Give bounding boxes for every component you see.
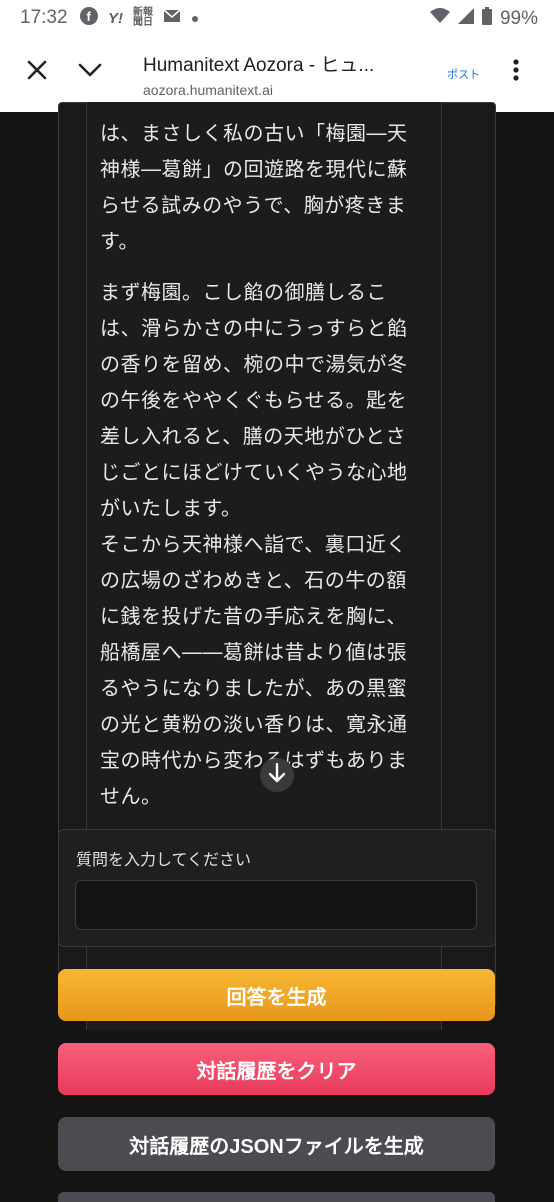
generate-json-button[interactable]: 対話履歴のJSONファイルを生成 [58,1117,495,1171]
next-button-edge[interactable] [58,1192,495,1202]
wifi-icon [429,8,450,30]
post-button[interactable]: ポスト [447,66,480,82]
news-icon: 新報 聞日 [133,7,153,28]
generate-answer-button[interactable]: 回答を生成 [58,969,495,1021]
clear-history-button[interactable]: 対話履歴をクリア [58,1043,495,1095]
mail-icon [163,9,181,27]
response-text: は、まさしく私の古い「梅園―天神様―葛餅」の回遊路を現代に蘇らせる試みのやうで、… [100,115,425,829]
facebook-icon: f [80,7,98,29]
arrow-down-icon [268,762,286,787]
response-paragraph: は、まさしく私の古い「梅園―天神様―葛餅」の回遊路を現代に蘇らせる試みのやうで、… [100,121,408,253]
page-title: Humanitext Aozora - ヒュ... [143,55,375,76]
battery-percent: 99% [499,8,538,29]
question-input[interactable] [75,880,477,930]
battery-icon [481,7,492,31]
yahoo-icon: Y! [108,9,123,27]
question-card: 質問を入力してください [58,829,496,947]
status-app-icons: f Y! 新報 聞日 [80,7,199,29]
dot-icon [191,10,199,27]
more-vert-icon [513,59,519,85]
scroll-down-button[interactable] [260,758,294,792]
status-right: 99% [429,7,538,31]
signal-icon [457,8,474,30]
svg-text:f: f [87,9,92,24]
response-paragraph: まず梅園。こし餡の御膳しるこは、滑らかさの中にうっすらと餡の香りを留め、椀の中で… [100,280,408,520]
status-time: 17:32 [20,7,68,28]
minimize-button[interactable] [68,50,112,94]
page-url[interactable]: aozora.humanitext.ai [143,82,273,98]
close-tab-button[interactable] [15,50,59,94]
menu-button[interactable] [494,50,538,94]
close-icon [26,59,48,85]
chevron-down-icon [78,62,102,82]
status-bar: 17:32 f Y! 新報 聞日 99% [0,0,554,36]
question-label: 質問を入力してください [76,850,252,869]
page-content: は、まさしく私の古い「梅園―天神様―葛餅」の回遊路を現代に蘇らせる試みのやうで、… [0,102,554,1202]
